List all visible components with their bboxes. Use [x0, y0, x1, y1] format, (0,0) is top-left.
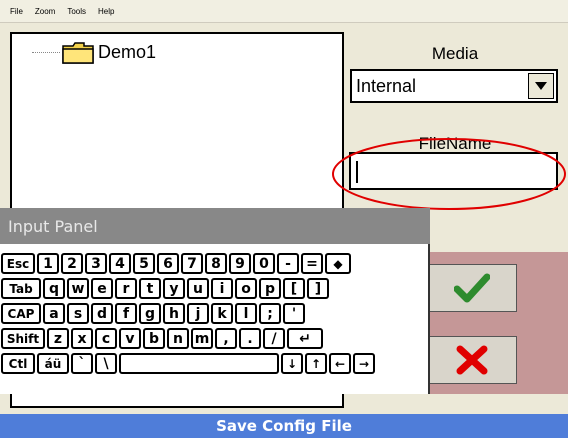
key[interactable]: 8	[205, 253, 227, 274]
key[interactable]: r	[115, 278, 137, 299]
menu-file[interactable]: File	[10, 7, 23, 16]
key-down-arrow[interactable]: ↓	[281, 353, 303, 374]
menu-help[interactable]: Help	[98, 7, 114, 16]
ok-button[interactable]	[427, 264, 517, 312]
key[interactable]: d	[91, 303, 113, 324]
key[interactable]: f	[115, 303, 137, 324]
key-caps[interactable]: CAP	[1, 303, 41, 324]
key[interactable]: u	[187, 278, 209, 299]
input-panel-title: Input Panel	[0, 208, 430, 244]
key[interactable]: ,	[215, 328, 237, 349]
key-enter[interactable]: ↵	[287, 328, 323, 349]
key[interactable]: ]	[307, 278, 329, 299]
status-bar: Save Config File	[0, 414, 568, 438]
key[interactable]: 3	[85, 253, 107, 274]
key[interactable]: /	[263, 328, 285, 349]
key[interactable]: 7	[181, 253, 203, 274]
key-shift[interactable]: Shift	[1, 328, 45, 349]
tree-item-demo1[interactable]: Demo1	[98, 42, 156, 63]
menu-zoom[interactable]: Zoom	[35, 7, 55, 16]
key[interactable]: 9	[229, 253, 251, 274]
key[interactable]: 0	[253, 253, 275, 274]
key[interactable]: p	[259, 278, 281, 299]
key-left-arrow[interactable]: ←	[329, 353, 351, 374]
x-icon	[456, 345, 488, 375]
key[interactable]: `	[71, 353, 93, 374]
key[interactable]: m	[191, 328, 213, 349]
key[interactable]: s	[67, 303, 89, 324]
key[interactable]: a	[43, 303, 65, 324]
key[interactable]: n	[167, 328, 189, 349]
key-ctrl[interactable]: Ctl	[1, 353, 35, 374]
menu-tools[interactable]: Tools	[67, 7, 86, 16]
key[interactable]: c	[95, 328, 117, 349]
key[interactable]: .	[239, 328, 261, 349]
key[interactable]: o	[235, 278, 257, 299]
key-right-arrow[interactable]: →	[353, 353, 375, 374]
folder-icon	[62, 42, 94, 64]
key-backspace[interactable]: ◆	[325, 253, 351, 274]
key-tab[interactable]: Tab	[1, 278, 41, 299]
media-select-value: Internal	[356, 76, 417, 96]
key[interactable]: j	[187, 303, 209, 324]
key[interactable]: y	[163, 278, 185, 299]
media-select[interactable]: Internal	[350, 69, 558, 103]
key-esc[interactable]: Esc	[1, 253, 35, 274]
key[interactable]: 6	[157, 253, 179, 274]
key[interactable]: w	[67, 278, 89, 299]
key[interactable]: i	[211, 278, 233, 299]
tree-connector	[32, 52, 60, 53]
key-international[interactable]: áü	[37, 353, 69, 374]
key-up-arrow[interactable]: ↑	[305, 353, 327, 374]
key[interactable]: b	[143, 328, 165, 349]
media-label: Media	[431, 44, 479, 63]
key[interactable]: h	[163, 303, 185, 324]
key[interactable]: \	[95, 353, 117, 374]
highlight-ellipse	[332, 138, 566, 210]
key[interactable]: [	[283, 278, 305, 299]
key[interactable]: g	[139, 303, 161, 324]
key[interactable]: x	[71, 328, 93, 349]
key[interactable]: e	[91, 278, 113, 299]
key[interactable]: 2	[61, 253, 83, 274]
key[interactable]: z	[47, 328, 69, 349]
menu-bar: File Zoom Tools Help	[0, 0, 568, 23]
key[interactable]: q	[43, 278, 65, 299]
key[interactable]: '	[283, 303, 305, 324]
input-panel: Input Panel Esc 1 2 3 4 5 6 7 8 9 0 - = …	[0, 208, 430, 394]
key[interactable]: 4	[109, 253, 131, 274]
key-space[interactable]	[119, 353, 279, 374]
checkmark-icon	[454, 273, 490, 303]
key[interactable]: 1	[37, 253, 59, 274]
dropdown-arrow-button[interactable]	[528, 73, 554, 99]
key[interactable]: k	[211, 303, 233, 324]
chevron-down-icon	[535, 82, 547, 90]
key[interactable]: ;	[259, 303, 281, 324]
key[interactable]: t	[139, 278, 161, 299]
key[interactable]: -	[277, 253, 299, 274]
key[interactable]: l	[235, 303, 257, 324]
key[interactable]: v	[119, 328, 141, 349]
key[interactable]: 5	[133, 253, 155, 274]
cancel-button[interactable]	[427, 336, 517, 384]
key[interactable]: =	[301, 253, 323, 274]
